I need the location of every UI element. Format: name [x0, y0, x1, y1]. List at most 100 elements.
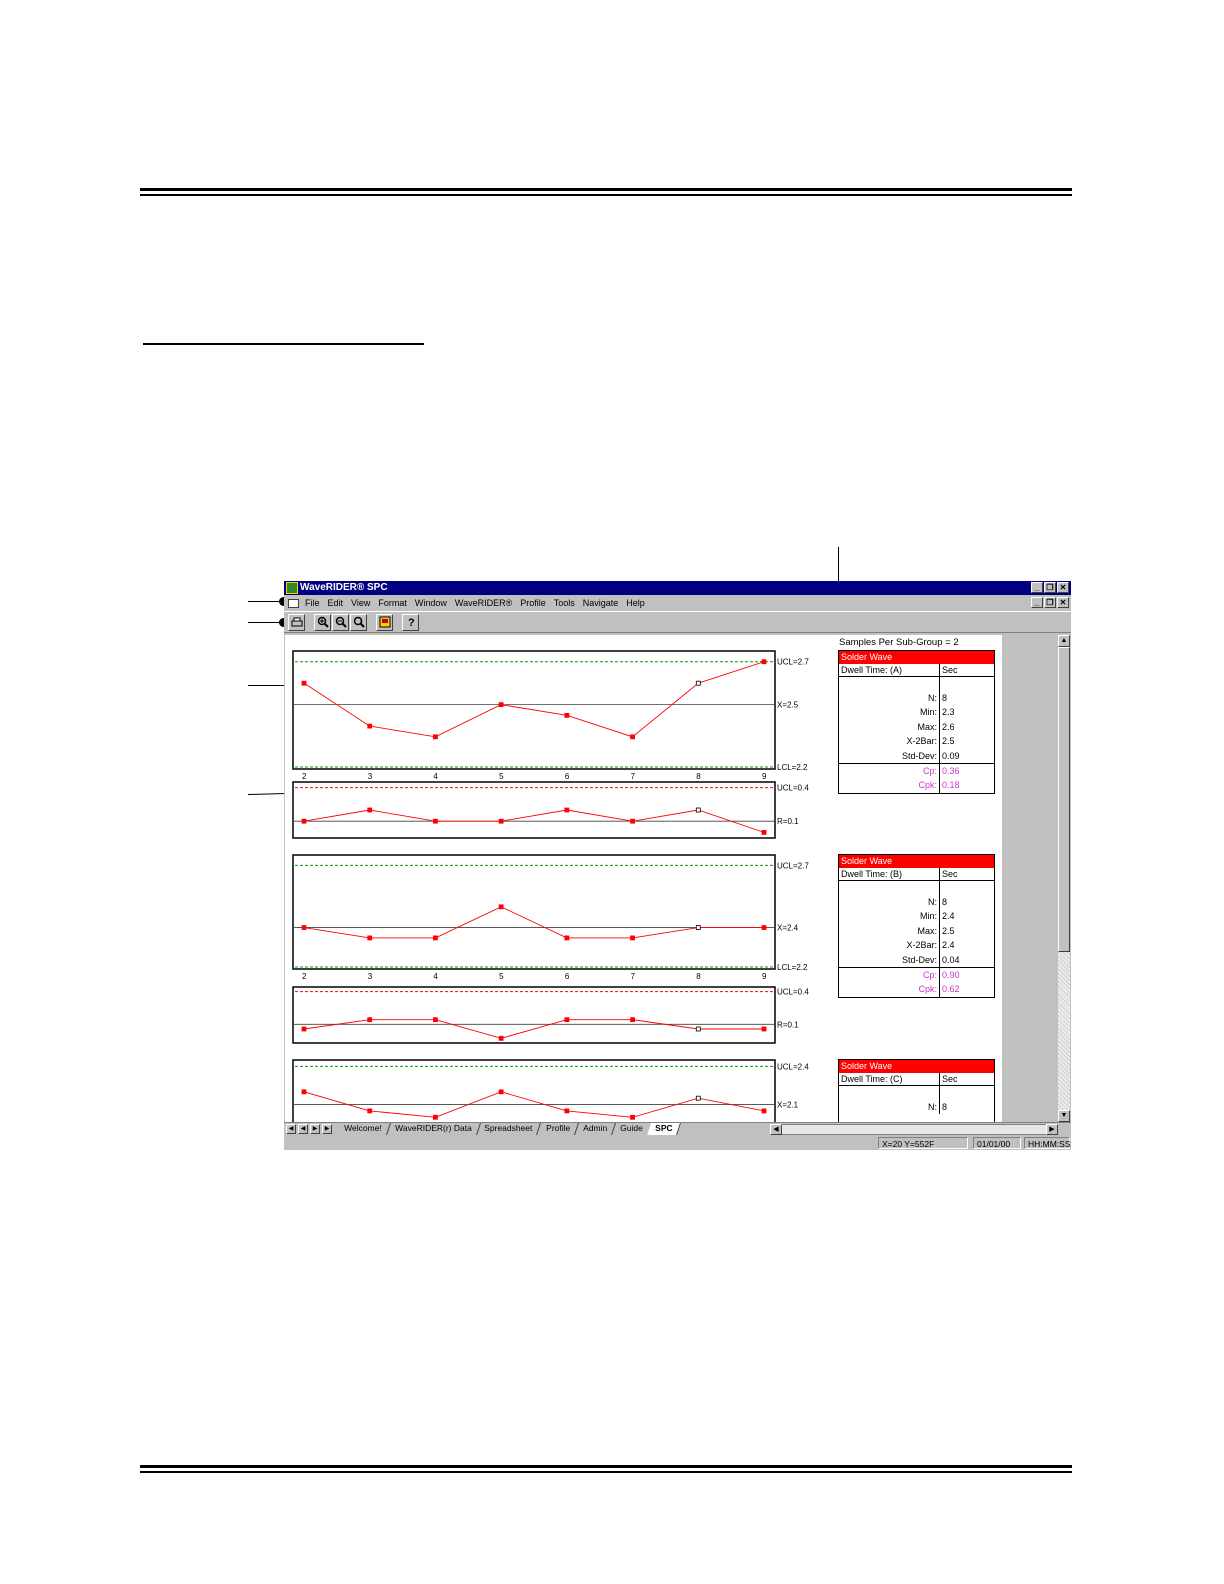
menu-tools[interactable]: Tools	[554, 598, 575, 608]
status-time: HH:MM:SS	[1024, 1137, 1071, 1149]
data-point	[695, 925, 701, 930]
samples-per-subgroup: Samples Per Sub-Group = 2	[839, 637, 959, 648]
data-point	[367, 935, 373, 941]
stat-value: 8	[942, 1102, 948, 1112]
tab-last-button[interactable]: ▶	[322, 1124, 332, 1134]
cp-value: 0.90	[942, 969, 960, 980]
stats-param: Dwell Time: (A)	[839, 664, 940, 676]
stat-value: 2.4	[942, 940, 955, 951]
center-label: R=0.1	[777, 1020, 799, 1029]
tab-guide[interactable]: Guide	[611, 1123, 652, 1135]
stats-panel-b: Solder Wave Dwell Time: (B) Sec N: 8 Min: 2…	[838, 854, 995, 998]
cpk-value: 0.62	[942, 984, 960, 995]
bottom-rule-thick	[140, 1465, 1072, 1468]
data-point	[498, 1089, 504, 1095]
zoom-out-icon	[335, 616, 347, 628]
menu-profile[interactable]: Profile	[520, 598, 546, 608]
data-point	[761, 925, 767, 930]
data-point	[564, 712, 570, 718]
scroll-right-button[interactable]: ▶	[1046, 1124, 1058, 1135]
stat-key: N:	[839, 895, 940, 910]
top-rule-thick	[140, 188, 1072, 191]
data-point	[367, 723, 373, 729]
data-point	[433, 818, 438, 824]
menu-edit[interactable]: Edit	[328, 598, 344, 608]
tab-spreadsheet[interactable]: Spreadsheet	[476, 1123, 542, 1135]
menu-format[interactable]: Format	[378, 598, 407, 608]
data-point	[630, 1017, 635, 1023]
menu-help[interactable]: Help	[626, 598, 645, 608]
zoom-in-button[interactable]	[314, 613, 331, 631]
print-button[interactable]	[288, 613, 305, 631]
x-tick-label: 4	[433, 972, 438, 981]
x-tick-label: 4	[433, 772, 438, 781]
top-rule-thin	[140, 194, 1072, 196]
cp-value: 0.36	[942, 765, 960, 776]
x-tick-label: 2	[302, 972, 307, 981]
zoom-fit-button[interactable]	[350, 613, 367, 631]
bottom-rule-thin	[140, 1471, 1072, 1473]
tab-first-button[interactable]: ◀	[286, 1124, 296, 1134]
ucl-label: UCL=2.7	[777, 658, 809, 667]
doc-close-button[interactable]: ✕	[1057, 597, 1069, 608]
scroll-left-button[interactable]: ◀	[770, 1124, 782, 1135]
export-button[interactable]	[376, 613, 393, 631]
ucl-label: UCL=2.7	[777, 861, 809, 870]
tab-prev-button[interactable]: ◀	[298, 1124, 308, 1134]
tab-next-button[interactable]: ▶	[310, 1124, 320, 1134]
stat-key: N:	[839, 691, 940, 706]
stats-header: Solder Wave	[839, 855, 994, 868]
data-point	[695, 1095, 701, 1101]
data-point	[695, 680, 701, 686]
cpk-key: Cpk:	[839, 778, 940, 793]
data-point	[367, 1017, 373, 1023]
doc-minimize-button[interactable]: _	[1031, 597, 1043, 608]
help-icon: ?	[408, 617, 415, 628]
x-tick-label: 3	[368, 772, 373, 781]
tab-profile[interactable]: Profile	[537, 1123, 579, 1135]
scroll-thumb[interactable]	[1058, 647, 1070, 952]
menu-navigate[interactable]: Navigate	[583, 598, 619, 608]
svg-text:?: ?	[408, 617, 415, 628]
scroll-down-button[interactable]: ▼	[1058, 1110, 1070, 1122]
doc-restore-button[interactable]: ❐	[1044, 597, 1056, 608]
data-point	[564, 1108, 570, 1114]
restore-button[interactable]: ❐	[1044, 582, 1056, 593]
sheet-tab-bar: ◀ ◀ ▶ ▶ Welcome! WaveRIDER(r) Data Sprea…	[284, 1122, 1071, 1135]
data-point	[433, 935, 438, 941]
tab-spc[interactable]: SPC	[647, 1123, 682, 1135]
data-point	[498, 904, 504, 910]
stats-param: Dwell Time: (B)	[839, 868, 940, 880]
stat-value: 2.3	[942, 707, 955, 718]
data-point	[301, 818, 307, 824]
app-icon	[286, 582, 298, 594]
menu-bar: File Edit View Format Window WaveRIDER® …	[284, 596, 1071, 610]
menu-waverider[interactable]: WaveRIDER®	[455, 598, 512, 608]
horizontal-scrollbar[interactable]: ◀ ▶	[770, 1124, 1058, 1135]
close-button[interactable]: ✕	[1057, 582, 1069, 593]
menu-view[interactable]: View	[351, 598, 370, 608]
scroll-up-button[interactable]: ▲	[1058, 635, 1070, 647]
menu-window[interactable]: Window	[415, 598, 447, 608]
x-tick-label: 6	[565, 972, 570, 981]
data-point	[695, 1026, 701, 1032]
stat-key: Max:	[839, 923, 940, 939]
status-coords: X=20 Y=552F	[878, 1137, 968, 1149]
cpk-value: 0.18	[942, 780, 960, 791]
tab-welcome[interactable]: Welcome!	[336, 1123, 391, 1135]
help-button[interactable]: ?	[402, 613, 419, 631]
toolbar: ?	[284, 611, 1071, 633]
minimize-button[interactable]: _	[1031, 582, 1043, 593]
tab-waverider-data[interactable]: WaveRIDER(r) Data	[386, 1123, 481, 1135]
cp-key: Cp:	[839, 763, 940, 779]
status-date: 01/01/00	[973, 1137, 1021, 1149]
stats-panel-c: Solder Wave Dwell Time: (C) Sec N: 8	[838, 1059, 995, 1122]
data-point	[761, 659, 767, 665]
document-icon[interactable]	[288, 598, 299, 608]
data-point	[301, 1026, 307, 1032]
data-point	[433, 734, 438, 740]
tab-admin[interactable]: Admin	[574, 1123, 616, 1135]
vertical-scrollbar[interactable]: ▲ ▼	[1058, 635, 1070, 1122]
menu-file[interactable]: File	[305, 598, 320, 608]
zoom-out-button[interactable]	[332, 613, 349, 631]
